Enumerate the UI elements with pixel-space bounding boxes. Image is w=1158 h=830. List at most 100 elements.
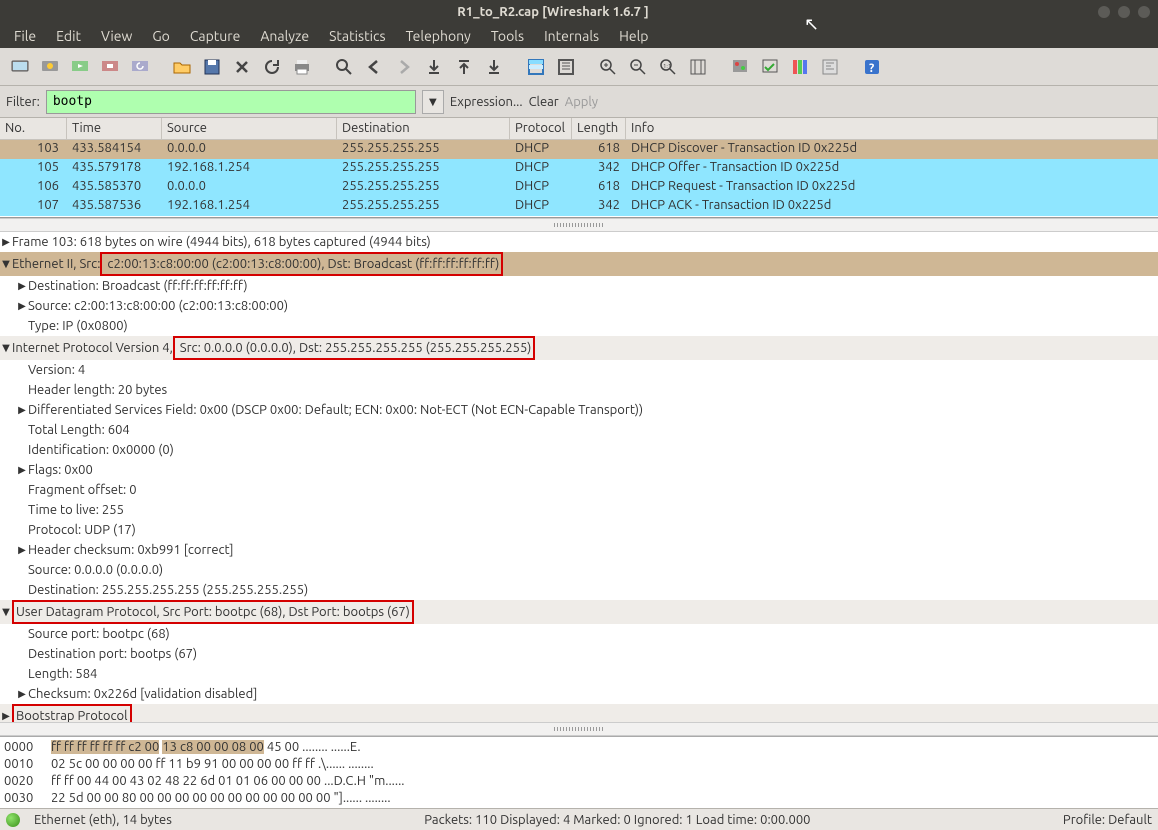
capture-stop-icon[interactable] xyxy=(96,53,124,81)
toolbar: 1:1 ? xyxy=(0,48,1158,86)
tree-frame[interactable]: ▶Frame 103: 618 bytes on wire (4944 bits… xyxy=(0,232,1158,252)
tree-ip-dstaddr[interactable]: Destination: 255.255.255.255 (255.255.25… xyxy=(0,580,1158,600)
go-first-icon[interactable] xyxy=(450,53,478,81)
col-proto[interactable]: Protocol xyxy=(510,118,572,139)
tree-ip-chk[interactable]: ▶Header checksum: 0xb991 [correct] xyxy=(0,540,1158,560)
tree-ip-hlen[interactable]: Header length: 20 bytes xyxy=(0,380,1158,400)
preferences-icon[interactable] xyxy=(816,53,844,81)
filter-expression-button[interactable]: Expression... xyxy=(450,95,523,109)
menu-edit[interactable]: Edit xyxy=(48,26,89,46)
menu-internals[interactable]: Internals xyxy=(536,26,607,46)
menu-capture[interactable]: Capture xyxy=(182,26,249,46)
filter-apply-button[interactable]: Apply xyxy=(565,95,598,109)
status-profile[interactable]: Profile: Default xyxy=(1063,813,1152,827)
col-src[interactable]: Source xyxy=(162,118,337,139)
close-file-icon[interactable] xyxy=(228,53,256,81)
highlight-bootp: Bootstrap Protocol xyxy=(12,704,132,722)
filter-clear-button[interactable]: Clear xyxy=(529,95,559,109)
expert-info-icon[interactable] xyxy=(6,813,20,827)
tree-ip[interactable]: ▼Internet Protocol Version 4, Src: 0.0.0… xyxy=(0,336,1158,360)
capture-options-icon[interactable] xyxy=(36,53,64,81)
svg-text:?: ? xyxy=(869,62,874,75)
capture-start-icon[interactable] xyxy=(66,53,94,81)
menu-telephony[interactable]: Telephony xyxy=(398,26,479,46)
menu-statistics[interactable]: Statistics xyxy=(321,26,393,46)
tree-eth-src[interactable]: ▶Source: c2:00:13:c8:00:00 (c2:00:13:c8:… xyxy=(0,296,1158,316)
window-title: R1_to_R2.cap [Wireshark 1.6.7 ] xyxy=(8,5,1098,19)
zoom-in-icon[interactable] xyxy=(594,53,622,81)
tree-bootp[interactable]: ▶Bootstrap Protocol xyxy=(0,704,1158,722)
tree-eth-dst[interactable]: ▶Destination: Broadcast (ff:ff:ff:ff:ff:… xyxy=(0,276,1158,296)
tree-udp-len[interactable]: Length: 584 xyxy=(0,664,1158,684)
tree-udp-sp[interactable]: Source port: bootpc (68) xyxy=(0,624,1158,644)
tree-udp-dp[interactable]: Destination port: bootps (67) xyxy=(0,644,1158,664)
display-filters-icon[interactable] xyxy=(756,53,784,81)
capture-filters-icon[interactable] xyxy=(726,53,754,81)
zoom-out-icon[interactable] xyxy=(624,53,652,81)
tree-eth-type[interactable]: Type: IP (0x0800) xyxy=(0,316,1158,336)
statusbar: Ethernet (eth), 14 bytes Packets: 110 Di… xyxy=(0,808,1158,830)
goto-packet-icon[interactable] xyxy=(420,53,448,81)
pane-splitter-2[interactable] xyxy=(0,722,1158,736)
highlight-udp: User Datagram Protocol, Src Port: bootpc… xyxy=(12,600,414,624)
packet-row[interactable]: 105435.579178192.168.1.254255.255.255.25… xyxy=(0,159,1158,178)
packet-row[interactable]: 103433.5841540.0.0.0255.255.255.255DHCP6… xyxy=(0,140,1158,159)
maximize-button[interactable] xyxy=(1118,6,1130,18)
menu-view[interactable]: View xyxy=(93,26,140,46)
menu-file[interactable]: File xyxy=(6,26,44,46)
status-packets: Packets: 110 Displayed: 4 Marked: 0 Igno… xyxy=(186,813,1049,827)
print-icon[interactable] xyxy=(288,53,316,81)
tree-ip-dsf[interactable]: ▶Differentiated Services Field: 0x00 (DS… xyxy=(0,400,1158,420)
tree-ip-frag[interactable]: Fragment offset: 0 xyxy=(0,480,1158,500)
filter-dropdown-icon[interactable]: ▼ xyxy=(422,90,444,114)
find-icon[interactable] xyxy=(330,53,358,81)
tree-ip-tlen[interactable]: Total Length: 604 xyxy=(0,420,1158,440)
col-time[interactable]: Time xyxy=(67,118,162,139)
open-file-icon[interactable] xyxy=(168,53,196,81)
tree-udp[interactable]: ▼User Datagram Protocol, Src Port: bootp… xyxy=(0,600,1158,624)
tree-ip-proto[interactable]: Protocol: UDP (17) xyxy=(0,520,1158,540)
minimize-button[interactable] xyxy=(1098,6,1110,18)
tree-ip-flags[interactable]: ▶Flags: 0x00 xyxy=(0,460,1158,480)
col-no[interactable]: No. xyxy=(0,118,67,139)
packet-row[interactable]: 107435.587536192.168.1.254255.255.255.25… xyxy=(0,197,1158,216)
tree-ethernet[interactable]: ▼Ethernet II, Src: c2:00:13:c8:00:00 (c2… xyxy=(0,252,1158,276)
col-dst[interactable]: Destination xyxy=(337,118,510,139)
zoom-reset-icon[interactable]: 1:1 xyxy=(654,53,682,81)
menubar: File Edit View Go Capture Analyze Statis… xyxy=(0,24,1158,48)
go-back-icon[interactable] xyxy=(360,53,388,81)
tree-ip-id[interactable]: Identification: 0x0000 (0) xyxy=(0,440,1158,460)
hex-view[interactable]: 0000 ff ff ff ff ff ff c2 00 13 c8 00 00… xyxy=(0,736,1158,808)
tree-ip-srcaddr[interactable]: Source: 0.0.0.0 (0.0.0.0) xyxy=(0,560,1158,580)
packet-list-header: No. Time Source Destination Protocol Len… xyxy=(0,118,1158,140)
packet-row[interactable]: 106435.5853700.0.0.0255.255.255.255DHCP6… xyxy=(0,178,1158,197)
interfaces-icon[interactable] xyxy=(6,53,34,81)
help-icon[interactable]: ? xyxy=(858,53,886,81)
resize-columns-icon[interactable] xyxy=(684,53,712,81)
coloring-rules-icon[interactable] xyxy=(786,53,814,81)
colorize-icon[interactable] xyxy=(522,53,550,81)
auto-scroll-icon[interactable] xyxy=(552,53,580,81)
status-field: Ethernet (eth), 14 bytes xyxy=(34,813,172,827)
save-icon[interactable] xyxy=(198,53,226,81)
menu-analyze[interactable]: Analyze xyxy=(252,26,317,46)
filter-input[interactable] xyxy=(46,90,416,114)
tree-ip-ttl[interactable]: Time to live: 255 xyxy=(0,500,1158,520)
pane-splitter[interactable] xyxy=(0,218,1158,232)
menu-tools[interactable]: Tools xyxy=(483,26,532,46)
col-len[interactable]: Length xyxy=(572,118,626,139)
tree-udp-chk[interactable]: ▶Checksum: 0x226d [validation disabled] xyxy=(0,684,1158,704)
close-button[interactable] xyxy=(1138,6,1150,18)
col-info[interactable]: Info xyxy=(626,118,1158,139)
filter-bar: Filter: ▼ Expression... Clear Apply xyxy=(0,86,1158,118)
go-last-icon[interactable] xyxy=(480,53,508,81)
capture-restart-icon[interactable] xyxy=(126,53,154,81)
tree-ip-ver[interactable]: Version: 4 xyxy=(0,360,1158,380)
titlebar: R1_to_R2.cap [Wireshark 1.6.7 ] xyxy=(0,0,1158,24)
packet-details[interactable]: ▶Frame 103: 618 bytes on wire (4944 bits… xyxy=(0,232,1158,722)
reload-icon[interactable] xyxy=(258,53,286,81)
menu-help[interactable]: Help xyxy=(611,26,656,46)
menu-go[interactable]: Go xyxy=(144,26,177,46)
go-forward-icon[interactable] xyxy=(390,53,418,81)
packet-list[interactable]: No. Time Source Destination Protocol Len… xyxy=(0,118,1158,218)
